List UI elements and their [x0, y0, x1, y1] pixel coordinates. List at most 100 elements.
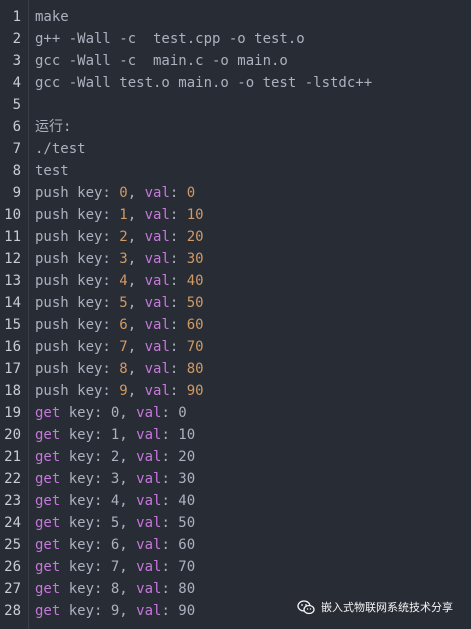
line-code: push key: 7, val: 70	[35, 336, 204, 358]
line-number: 3	[12, 53, 21, 69]
line-code: test	[35, 160, 69, 182]
number-token: 1	[119, 207, 128, 223]
code-line: 25 get key: 6, val: 60	[0, 534, 471, 556]
text-token: key: 9,	[60, 603, 137, 619]
text-token: ,	[127, 295, 145, 311]
keyword-token: val	[144, 317, 170, 333]
text-token: ,	[127, 383, 145, 399]
text-token: ,	[127, 229, 145, 245]
text-token: :	[169, 361, 187, 377]
line-code: gcc -Wall -c main.c -o main.o	[35, 50, 288, 72]
line-number: 12	[4, 251, 21, 267]
line-code: push key: 0, val: 0	[35, 182, 195, 204]
number-token: 20	[186, 229, 204, 245]
text-token: push key:	[35, 383, 120, 399]
keyword-token: val	[144, 207, 170, 223]
code-line: 2 g++ -Wall -c test.cpp -o test.o	[0, 28, 471, 50]
number-token: 5	[119, 295, 128, 311]
text-token: :	[169, 317, 187, 333]
text-token: key: 4,	[60, 493, 137, 509]
code-line: 8 test	[0, 160, 471, 182]
number-token: 3	[119, 251, 128, 267]
keyword-token: val	[136, 449, 162, 465]
line-number: 18	[4, 383, 21, 399]
keyword-token: get	[35, 449, 61, 465]
text-token: key: 5,	[60, 515, 137, 531]
keyword-token: get	[35, 537, 61, 553]
line-code: get key: 7, val: 70	[35, 556, 195, 578]
line-number: 1	[12, 9, 21, 25]
line-code: get key: 9, val: 90	[35, 600, 195, 622]
keyword-token: get	[35, 471, 61, 487]
code-line: 21 get key: 2, val: 20	[0, 446, 471, 468]
text-token: :	[169, 383, 187, 399]
text-token: : 70	[161, 559, 196, 575]
number-token: 7	[119, 339, 128, 355]
line-code: push key: 2, val: 20	[35, 226, 204, 248]
number-token: 80	[186, 361, 204, 377]
text-token: ./test	[35, 141, 86, 157]
line-code: get key: 6, val: 60	[35, 534, 195, 556]
line-number: 14	[4, 295, 21, 311]
code-line: 13 push key: 4, val: 40	[0, 270, 471, 292]
line-number: 7	[12, 141, 21, 157]
line-number: 13	[4, 273, 21, 289]
text-token: : 50	[161, 515, 196, 531]
text-token: key: 3,	[60, 471, 137, 487]
number-token: 9	[119, 383, 128, 399]
line-number: 19	[4, 405, 21, 421]
text-token: :	[169, 273, 187, 289]
number-token: 0	[186, 185, 196, 201]
text-token: key: 2,	[60, 449, 137, 465]
code-line: 10 push key: 1, val: 10	[0, 204, 471, 226]
line-code: gcc -Wall test.o main.o -o test -lstdc++	[35, 72, 372, 94]
text-token: ,	[127, 339, 145, 355]
line-code: push key: 1, val: 10	[35, 204, 204, 226]
text-token: push key:	[35, 207, 120, 223]
code-line: 7 ./test	[0, 138, 471, 160]
line-code: get key: 5, val: 50	[35, 512, 195, 534]
line-number: 10	[4, 207, 21, 223]
number-token: 6	[119, 317, 128, 333]
text-token: gcc -Wall test.o main.o -o test -lstdc++	[35, 75, 373, 91]
code-line: 16 push key: 7, val: 70	[0, 336, 471, 358]
keyword-token: val	[136, 537, 162, 553]
keyword-token: val	[136, 471, 162, 487]
text-token: :	[169, 185, 187, 201]
code-line: 11 push key: 2, val: 20	[0, 226, 471, 248]
text-token: key: 6,	[60, 537, 137, 553]
code-line: 23 get key: 4, val: 40	[0, 490, 471, 512]
line-number: 17	[4, 361, 21, 377]
line-number: 20	[4, 427, 21, 443]
line-code: push key: 6, val: 60	[35, 314, 204, 336]
text-token: g++ -Wall -c test.cpp -o test.o	[35, 31, 305, 47]
text-token: key: 1,	[60, 427, 137, 443]
code-line: 5	[0, 94, 471, 116]
line-code: get key: 3, val: 30	[35, 468, 195, 490]
keyword-token: val	[136, 427, 162, 443]
keyword-token: get	[35, 559, 61, 575]
code-line: 24 get key: 5, val: 50	[0, 512, 471, 534]
text-token: : 90	[161, 603, 196, 619]
text-token: : 10	[161, 427, 196, 443]
text-token: key: 0,	[60, 405, 137, 421]
text-token: ,	[127, 185, 145, 201]
keyword-token: val	[144, 251, 170, 267]
line-code: push key: 5, val: 50	[35, 292, 204, 314]
line-number: 26	[4, 559, 21, 575]
line-number: 27	[4, 581, 21, 597]
line-number: 6	[12, 119, 21, 135]
text-token: push key:	[35, 317, 120, 333]
line-code: push key: 9, val: 90	[35, 380, 204, 402]
line-code: get key: 2, val: 20	[35, 446, 195, 468]
code-line: 14 push key: 5, val: 50	[0, 292, 471, 314]
number-token: 90	[186, 383, 204, 399]
line-number: 23	[4, 493, 21, 509]
keyword-token: val	[144, 273, 170, 289]
keyword-token: get	[35, 515, 61, 531]
watermark-text: 嵌入式物联网系统技术分享	[321, 601, 453, 614]
line-code: get key: 8, val: 80	[35, 578, 195, 600]
code-line: 17 push key: 8, val: 80	[0, 358, 471, 380]
keyword-token: val	[144, 339, 170, 355]
text-token: : 40	[161, 493, 196, 509]
